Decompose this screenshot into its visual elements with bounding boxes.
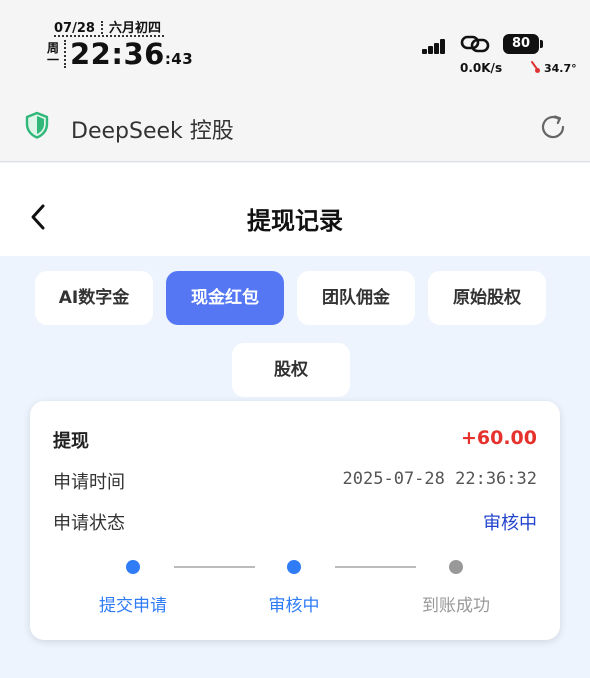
step-label-received: 到账成功 <box>422 596 490 616</box>
shield-icon <box>25 111 49 139</box>
step-dot-reviewing <box>287 560 301 574</box>
record-amount: +60.00 <box>460 427 537 449</box>
clock-seconds: :43 <box>164 50 194 68</box>
weekday: 周一 <box>46 42 60 66</box>
clock: 22:36:43 <box>70 37 193 71</box>
page-header: 提现记录 <box>0 163 590 256</box>
step-dot-submitted <box>126 560 140 574</box>
tab-cash-red-packet[interactable]: 现金红包 <box>166 271 284 325</box>
tab-ai-digital-gold[interactable]: AI数字金 <box>35 271 153 325</box>
battery-icon: 80 <box>503 34 543 54</box>
date-display: 07/28 六月初四 <box>54 17 161 36</box>
link-icon <box>460 35 490 53</box>
step-label-reviewing: 审核中 <box>268 596 320 616</box>
step-connector <box>174 566 255 568</box>
tab-equity[interactable]: 股权 <box>232 343 350 397</box>
status-label: 申请状态 <box>53 513 125 534</box>
clock-time: 22:36 <box>70 37 165 71</box>
withdrawal-record-card[interactable]: 提现 +60.00 申请时间 2025-07-28 22:36:32 申请状态 … <box>30 401 560 640</box>
status-bar: 07/28 六月初四 周一 22:36:43 0.0K/s 80 34.7° <box>0 0 590 96</box>
app-title: DeepSeek 控股 <box>71 119 234 144</box>
step-connector <box>335 566 416 568</box>
record-type: 提现 <box>53 431 89 452</box>
signal-icon <box>422 38 446 54</box>
temperature: 34.7° <box>544 62 577 75</box>
lunar-date: 六月初四 <box>108 21 161 36</box>
step-label-submitted: 提交申请 <box>99 596 167 616</box>
app-bar: DeepSeek 控股 <box>0 96 590 162</box>
status-value: 审核中 <box>483 513 537 534</box>
page-title: 提现记录 <box>247 207 343 235</box>
tab-original-equity[interactable]: 原始股权 <box>428 271 546 325</box>
battery-level: 80 <box>511 36 531 51</box>
time-value: 2025-07-28 22:36:32 <box>342 469 537 489</box>
time-label: 申请时间 <box>53 472 125 493</box>
weekday-text: 周一 <box>46 41 59 67</box>
network-speed: 0.0K/s <box>460 61 503 75</box>
refresh-icon[interactable] <box>538 112 568 142</box>
date: 07/28 <box>54 21 95 36</box>
tab-team-commission[interactable]: 团队佣金 <box>297 271 415 325</box>
thermometer-icon <box>531 61 540 73</box>
step-dot-received <box>449 560 463 574</box>
